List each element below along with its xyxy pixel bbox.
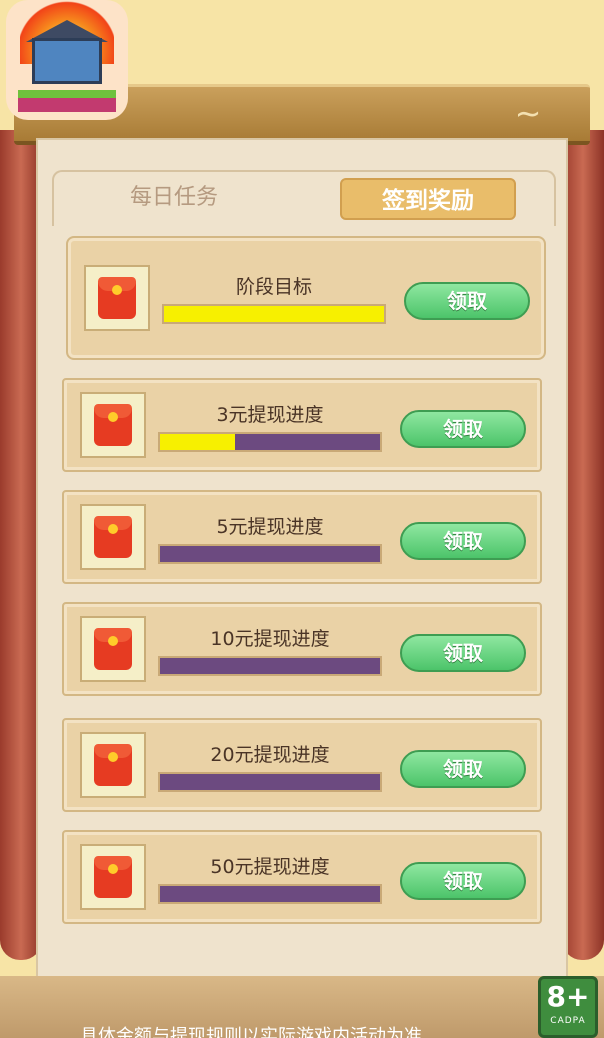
reward-card: 3元提现进度 领取 — [62, 378, 542, 472]
reward-card: 50元提现进度 领取 — [62, 830, 542, 924]
reward-card: 5元提现进度 领取 — [62, 490, 542, 584]
red-envelope-icon — [84, 265, 150, 331]
progress-bar — [158, 432, 382, 452]
card-title: 3元提现进度 — [216, 404, 324, 426]
progress-bar — [158, 656, 382, 676]
age-rating-badge: 8+ CADPA — [538, 976, 598, 1038]
claim-button[interactable]: 领取 — [400, 750, 526, 788]
card-title: 10元提现进度 — [210, 628, 330, 650]
age-rating-value: 8+ — [546, 980, 590, 1013]
reward-card: 阶段目标 领取 — [66, 236, 546, 360]
curtain-right — [562, 130, 604, 960]
red-envelope-icon — [80, 504, 146, 570]
progress-bar — [158, 544, 382, 564]
claim-button[interactable]: 领取 — [400, 634, 526, 672]
reward-card: 20元提现进度 领取 — [62, 718, 542, 812]
progress-fill — [160, 434, 235, 450]
claim-button[interactable]: 领取 — [404, 282, 530, 320]
claim-button[interactable]: 领取 — [400, 522, 526, 560]
tab-signin-rewards[interactable]: 签到奖励 — [340, 178, 516, 220]
progress-bar — [158, 884, 382, 904]
red-envelope-icon — [80, 616, 146, 682]
red-envelope-icon — [80, 844, 146, 910]
red-envelope-icon — [80, 732, 146, 798]
card-title: 阶段目标 — [235, 276, 312, 298]
progress-bar — [162, 304, 386, 324]
tab-daily-tasks[interactable]: 每日任务 — [130, 182, 270, 214]
footer-note: 具体金额与提现规则以实际游戏内活动为准 — [80, 1026, 422, 1038]
card-title: 50元提现进度 — [210, 856, 330, 878]
progress-bar — [158, 772, 382, 792]
progress-fill — [164, 306, 384, 322]
claim-button[interactable]: 领取 — [400, 410, 526, 448]
claim-button[interactable]: 领取 — [400, 862, 526, 900]
age-rating-label: CADPA — [550, 1016, 586, 1026]
app-logo-icon — [6, 0, 128, 120]
card-title: 20元提现进度 — [210, 744, 330, 766]
red-envelope-icon — [80, 392, 146, 458]
cloud-ornament-right: ~ — [514, 94, 542, 132]
reward-card: 10元提现进度 领取 — [62, 602, 542, 696]
card-title: 5元提现进度 — [216, 516, 324, 538]
